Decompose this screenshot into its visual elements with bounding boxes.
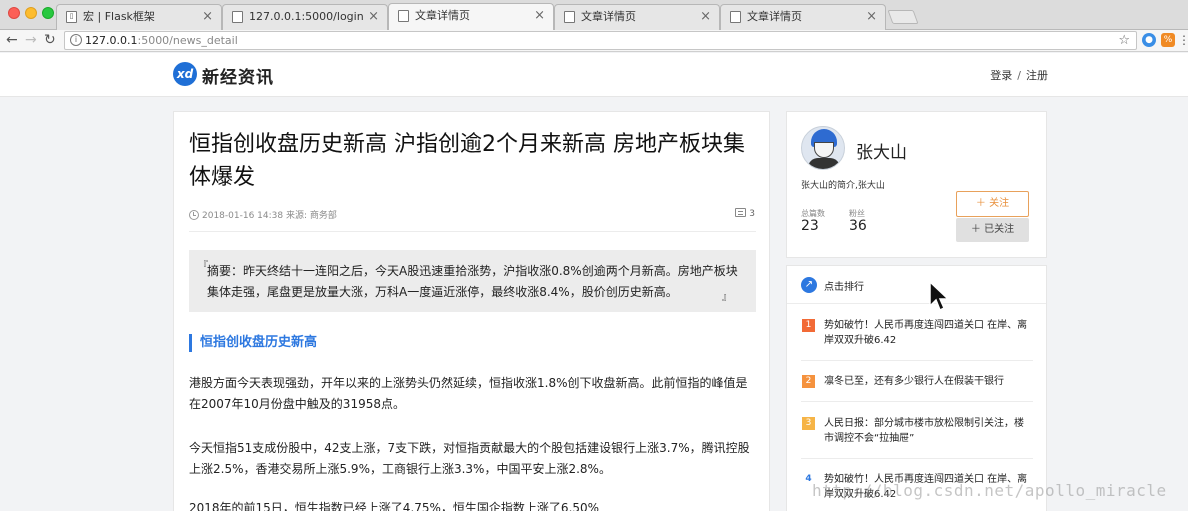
logo-icon[interactable]: xd bbox=[173, 62, 197, 86]
close-icon[interactable]: × bbox=[700, 5, 711, 29]
close-icon[interactable]: × bbox=[866, 5, 877, 29]
posts-count: 23 bbox=[801, 218, 819, 234]
article-paragraph: 今天恒指51支成份股中，42支上涨，7支下跌，对恒指贡献最大的个股包括建设银行上… bbox=[189, 441, 750, 476]
ranking-item-text: 凛冬已至，还有多少银行人在假装干银行 bbox=[824, 376, 1004, 387]
follow-label: 关注 bbox=[989, 198, 1010, 209]
ranking-item[interactable]: 1 势如破竹！人民币再度连闯四道关口 在岸、离岸双双升破6.42 bbox=[801, 318, 1033, 348]
ranking-title: 点击排行 bbox=[824, 282, 864, 293]
maximize-window-button[interactable] bbox=[42, 7, 54, 19]
tab-title: 127.0.0.1:5000/login bbox=[249, 10, 364, 23]
article-card: 恒指创收盘历史新高 沪指创逾2个月来新高 房地产板块集体爆发 2018-01-1… bbox=[173, 111, 770, 511]
new-tab-button[interactable] bbox=[887, 10, 919, 24]
login-link[interactable]: 登录 bbox=[990, 69, 1012, 82]
divider bbox=[801, 360, 1033, 361]
quote-close-icon: 』 bbox=[722, 292, 732, 303]
author-card: 张大山 张大山的简介,张大山 总篇数 23 粉丝 36 ＋ 关注 ＋ 已关注 bbox=[786, 111, 1047, 258]
address-bar: ← → ↻ i 127.0.0.1:5000/news_detail ☆ ● %… bbox=[0, 30, 1188, 52]
page-icon bbox=[232, 11, 243, 23]
section-heading: 恒指创收盘历史新高 bbox=[189, 334, 317, 352]
divider bbox=[801, 401, 1033, 402]
avatar-body bbox=[808, 158, 840, 169]
back-arrow-icon[interactable]: ← bbox=[6, 31, 18, 49]
tab-title: 宏 | Flask框架 bbox=[83, 10, 155, 23]
plus-icon: ＋ bbox=[975, 198, 986, 209]
article-meta: 2018-01-16 14:38 来源: 商务部 bbox=[189, 208, 337, 221]
reload-icon[interactable]: ↻ bbox=[44, 31, 56, 49]
rank-number: 2 bbox=[802, 375, 815, 388]
minimize-window-button[interactable] bbox=[25, 7, 37, 19]
avatar[interactable] bbox=[801, 126, 845, 170]
ranking-header: ↗ 点击排行 bbox=[787, 266, 1046, 304]
url-host: 127.0.0.1 bbox=[85, 34, 138, 47]
article-summary: 『 摘要：昨天终结十一连阳之后，今天A股迅速重拾涨势，沪指收涨0.8%创逾两个月… bbox=[189, 250, 756, 312]
browser-tab-3[interactable]: 文章详情页 × bbox=[388, 3, 554, 31]
divider bbox=[801, 458, 1033, 459]
extension-globe-icon[interactable]: ● bbox=[1142, 33, 1156, 47]
auth-links: 登录 / 注册 bbox=[990, 67, 1048, 83]
browser-tab-1[interactable]: ▯ 宏 | Flask框架 × bbox=[56, 4, 222, 30]
close-window-button[interactable] bbox=[8, 7, 20, 19]
trend-icon: ↗ bbox=[801, 277, 817, 293]
ranking-item-text: 势如破竹！人民币再度连闯四道关口 在岸、离岸双双升破6.42 bbox=[824, 320, 1028, 346]
follow-button[interactable]: ＋ 关注 bbox=[956, 191, 1029, 217]
ranking-card: ↗ 点击排行 1 势如破竹！人民币再度连闯四道关口 在岸、离岸双双升破6.42 … bbox=[786, 265, 1047, 511]
menu-icon[interactable]: ⋮ bbox=[1178, 31, 1188, 49]
article-datetime: 2018-01-16 14:38 bbox=[202, 211, 284, 221]
clock-icon bbox=[189, 210, 199, 220]
ranking-item-text: 人民日报：部分城市楼市放松限制引关注，楼市调控不会“拉抽屉” bbox=[824, 418, 1024, 444]
extension-percent-icon[interactable]: % bbox=[1161, 33, 1175, 47]
site-header: xd 新经资讯 登录 / 注册 bbox=[0, 53, 1188, 97]
ranking-item[interactable]: 2 凛冬已至，还有多少银行人在假装干银行 bbox=[801, 374, 1033, 389]
article-title: 恒指创收盘历史新高 沪指创逾2个月来新高 房地产板块集体爆发 bbox=[189, 132, 745, 190]
rank-number: 1 bbox=[802, 319, 815, 332]
quote-open-icon: 『 bbox=[198, 261, 208, 272]
book-icon: ▯ bbox=[66, 11, 77, 23]
author-description: 张大山的简介,张大山 bbox=[801, 181, 885, 191]
summary-text: 摘要：昨天终结十一连阳之后，今天A股迅速重拾涨势，沪指收涨0.8%创逾两个月新高… bbox=[207, 264, 738, 299]
url-input[interactable]: i 127.0.0.1:5000/news_detail ☆ bbox=[64, 31, 1137, 50]
register-link[interactable]: 注册 bbox=[1026, 69, 1048, 82]
plus-icon: ＋ bbox=[970, 224, 981, 235]
close-icon[interactable]: × bbox=[202, 5, 213, 29]
tab-title: 文章详情页 bbox=[415, 9, 470, 22]
tab-title: 文章详情页 bbox=[581, 10, 636, 23]
followed-label: 已关注 bbox=[984, 224, 1015, 235]
comment-icon bbox=[735, 208, 747, 217]
article-paragraph: 2018年的前15日，恒生指数已经上涨了4.75%，恒生国企指数上涨了6.50% bbox=[189, 501, 600, 511]
browser-tab-4[interactable]: 文章详情页 × bbox=[554, 4, 720, 30]
comment-count[interactable]: 3 bbox=[735, 208, 755, 219]
ranking-item[interactable]: 3 人民日报：部分城市楼市放松限制引关注，楼市调控不会“拉抽屉” bbox=[801, 416, 1033, 446]
fans-count: 36 bbox=[849, 218, 867, 234]
url-path: :5000/news_detail bbox=[137, 34, 238, 47]
info-icon[interactable]: i bbox=[70, 34, 82, 46]
close-icon[interactable]: × bbox=[368, 5, 379, 29]
watermark: http://blog.csdn.net/apollo_miracle bbox=[812, 481, 1167, 500]
browser-tab-5[interactable]: 文章详情页 × bbox=[720, 4, 886, 30]
browser-tab-2[interactable]: 127.0.0.1:5000/login × bbox=[222, 4, 388, 30]
auth-separator: / bbox=[1017, 69, 1021, 82]
followed-button[interactable]: ＋ 已关注 bbox=[956, 218, 1029, 242]
tab-title: 文章详情页 bbox=[747, 10, 802, 23]
avatar-face bbox=[814, 142, 834, 158]
bookmark-star-icon[interactable]: ☆ bbox=[1118, 32, 1130, 49]
mouse-cursor-icon bbox=[929, 281, 949, 312]
article-paragraph: 港股方面今天表现强劲，开年以来的上涨势头仍然延续，恒指收涨1.8%创下收盘新高。… bbox=[189, 376, 748, 411]
author-name[interactable]: 张大山 bbox=[856, 138, 907, 163]
logo-text[interactable]: 新经资讯 bbox=[202, 63, 274, 88]
page-icon bbox=[730, 11, 741, 23]
forward-arrow-icon[interactable]: → bbox=[25, 31, 37, 49]
divider bbox=[189, 231, 756, 232]
browser-tab-bar: ▯ 宏 | Flask框架 × 127.0.0.1:5000/login × 文… bbox=[0, 0, 1188, 31]
comment-count-value: 3 bbox=[749, 209, 755, 219]
article-source: 来源: 商务部 bbox=[285, 211, 337, 221]
rank-number: 3 bbox=[802, 417, 815, 430]
page-icon bbox=[398, 10, 409, 22]
close-icon[interactable]: × bbox=[534, 4, 545, 28]
page-icon bbox=[564, 11, 575, 23]
